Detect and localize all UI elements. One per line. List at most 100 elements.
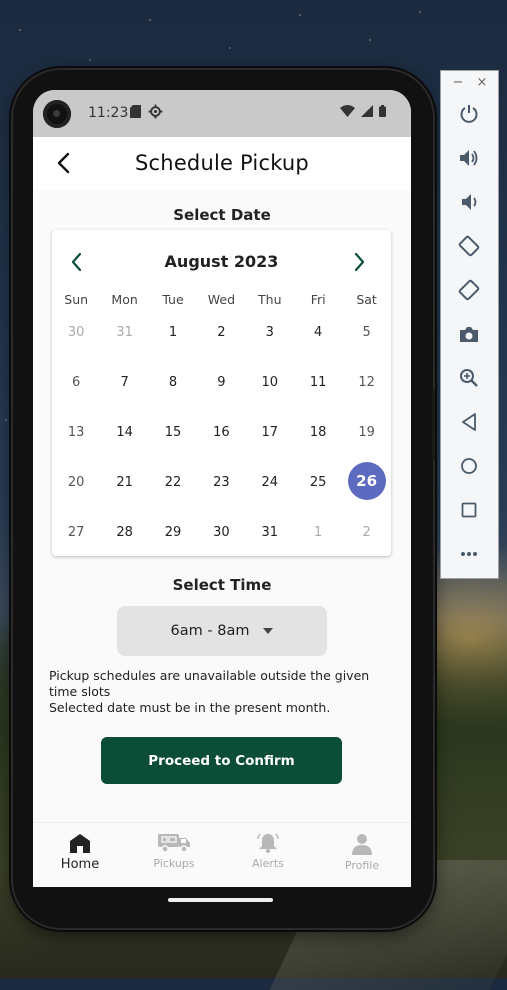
calendar-day[interactable]: 22 xyxy=(153,462,193,502)
home-icon xyxy=(68,833,92,853)
battery-icon xyxy=(379,105,386,117)
back-nav-button[interactable] xyxy=(454,407,484,437)
calendar-day[interactable]: 15 xyxy=(153,412,193,452)
gesture-home-indicator[interactable] xyxy=(168,898,273,902)
time-slot-dropdown[interactable]: 6am - 8am xyxy=(117,606,327,656)
select-date-heading: Select Date xyxy=(173,206,271,224)
calendar-day[interactable]: 25 xyxy=(298,462,338,502)
nav-item-alerts[interactable]: Alerts xyxy=(221,833,315,870)
info-line-time-slots: Pickup schedules are unavailable outside… xyxy=(49,668,370,699)
calendar-day[interactable]: 16 xyxy=(201,412,241,452)
calendar-day[interactable]: 11 xyxy=(298,362,338,402)
weekday-label: Tue xyxy=(162,292,184,307)
rotate-left-icon xyxy=(458,235,480,257)
overview-icon xyxy=(461,502,477,518)
calendar-day[interactable]: 31 xyxy=(250,512,290,552)
close-button[interactable]: × xyxy=(475,75,489,90)
settings-status-icon xyxy=(148,104,163,119)
nav-label-pickups: Pickups xyxy=(153,857,195,870)
nav-item-home[interactable]: Home xyxy=(33,833,127,872)
calendar-day[interactable]: 10 xyxy=(250,362,290,402)
calendar-day[interactable]: 8 xyxy=(153,362,193,402)
zoom-icon xyxy=(459,368,479,388)
calendar-day[interactable]: 19 xyxy=(347,412,387,452)
front-camera xyxy=(43,100,71,128)
wifi-icon xyxy=(340,105,355,117)
calendar-day[interactable]: 27 xyxy=(56,512,96,552)
calendar-day[interactable]: 17 xyxy=(250,412,290,452)
nav-label-home: Home xyxy=(60,857,100,872)
calendar-day[interactable]: 14 xyxy=(105,412,145,452)
home-nav-button[interactable] xyxy=(454,451,484,481)
power-button[interactable] xyxy=(454,99,484,129)
nav-item-pickups[interactable]: Pickups xyxy=(127,831,221,870)
info-message: Pickup schedules are unavailable outside… xyxy=(49,668,393,716)
rotate-left-button[interactable] xyxy=(454,231,484,261)
chevron-right-icon xyxy=(355,253,365,271)
calendar: August 2023 Sun Mon Tue Wed Thu Fri Sat 30 31 1 2… xyxy=(52,230,391,556)
status-right-icons xyxy=(340,105,386,117)
phone-side-button xyxy=(432,390,435,460)
calendar-day: 30 xyxy=(67,324,85,340)
screenshot-button[interactable] xyxy=(454,319,484,349)
emulator-window-controls: − × xyxy=(441,71,498,97)
volume-down-button[interactable] xyxy=(454,187,484,217)
nav-item-profile[interactable]: Profile xyxy=(315,833,409,872)
calendar-day[interactable]: 12 xyxy=(347,362,387,402)
weekday-label: Sat xyxy=(356,292,377,307)
phone-frame: 11:23 Schedule Pickup Select Date August… xyxy=(13,70,435,928)
calendar-day[interactable]: 13 xyxy=(56,412,96,452)
calendar-month-label: August 2023 xyxy=(164,252,279,271)
weekday-label: Thu xyxy=(258,292,282,307)
more-icon xyxy=(460,551,478,557)
calendar-day[interactable]: 3 xyxy=(250,312,290,352)
weekday-label: Sun xyxy=(64,292,89,307)
calendar-day[interactable]: 23 xyxy=(201,462,241,502)
calendar-day[interactable]: 29 xyxy=(153,512,193,552)
proceed-to-confirm-button[interactable]: Proceed to Confirm xyxy=(101,737,342,784)
sd-card-icon xyxy=(130,105,141,118)
camera-icon xyxy=(459,326,479,343)
calendar-day: 31 xyxy=(116,324,133,340)
calendar-day[interactable]: 2 xyxy=(201,312,241,352)
dropdown-arrow-icon xyxy=(263,628,274,634)
status-time: 11:23 xyxy=(88,105,129,121)
info-line-present-month: Selected date must be in the present mon… xyxy=(49,700,331,715)
volume-up-icon xyxy=(459,149,479,167)
back-icon xyxy=(461,413,477,431)
calendar-header: August 2023 xyxy=(52,248,391,276)
calendar-day[interactable]: 24 xyxy=(250,462,290,502)
next-month-button[interactable] xyxy=(346,248,374,276)
calendar-day[interactable]: 1 xyxy=(153,312,193,352)
calendar-day: 2 xyxy=(362,524,371,540)
volume-down-icon xyxy=(459,193,479,211)
zoom-button[interactable] xyxy=(454,363,484,393)
calendar-day[interactable]: 5 xyxy=(347,312,387,352)
calendar-day[interactable]: 30 xyxy=(201,512,241,552)
weekday-label: Wed xyxy=(207,292,236,307)
weekday-label: Mon xyxy=(111,292,138,307)
minimize-button[interactable]: − xyxy=(451,75,465,90)
calendar-day[interactable]: 6 xyxy=(56,362,96,402)
app-bar: Schedule Pickup xyxy=(33,137,411,190)
time-slot-value: 6am - 8am xyxy=(170,623,250,639)
select-time-heading: Select Time xyxy=(172,576,272,594)
rotate-right-button[interactable] xyxy=(454,275,484,305)
calendar-day[interactable]: 9 xyxy=(201,362,241,402)
truck-icon xyxy=(157,831,191,853)
calendar-day[interactable]: 18 xyxy=(298,412,338,452)
calendar-day-selected[interactable]: 26 xyxy=(347,462,386,500)
calendar-day[interactable]: 4 xyxy=(298,312,338,352)
calendar-day[interactable]: 21 xyxy=(105,462,145,502)
volume-up-button[interactable] xyxy=(454,143,484,173)
calendar-day[interactable]: 20 xyxy=(56,462,96,502)
calendar-day[interactable]: 7 xyxy=(105,362,145,402)
overview-nav-button[interactable] xyxy=(454,495,484,525)
bell-icon xyxy=(256,833,280,853)
nav-label-profile: Profile xyxy=(344,859,380,872)
calendar-day[interactable]: 28 xyxy=(105,512,145,552)
person-icon xyxy=(351,833,373,855)
more-options-button[interactable] xyxy=(454,539,484,569)
page-title: Schedule Pickup xyxy=(135,151,309,175)
home-circle-icon xyxy=(460,457,478,475)
